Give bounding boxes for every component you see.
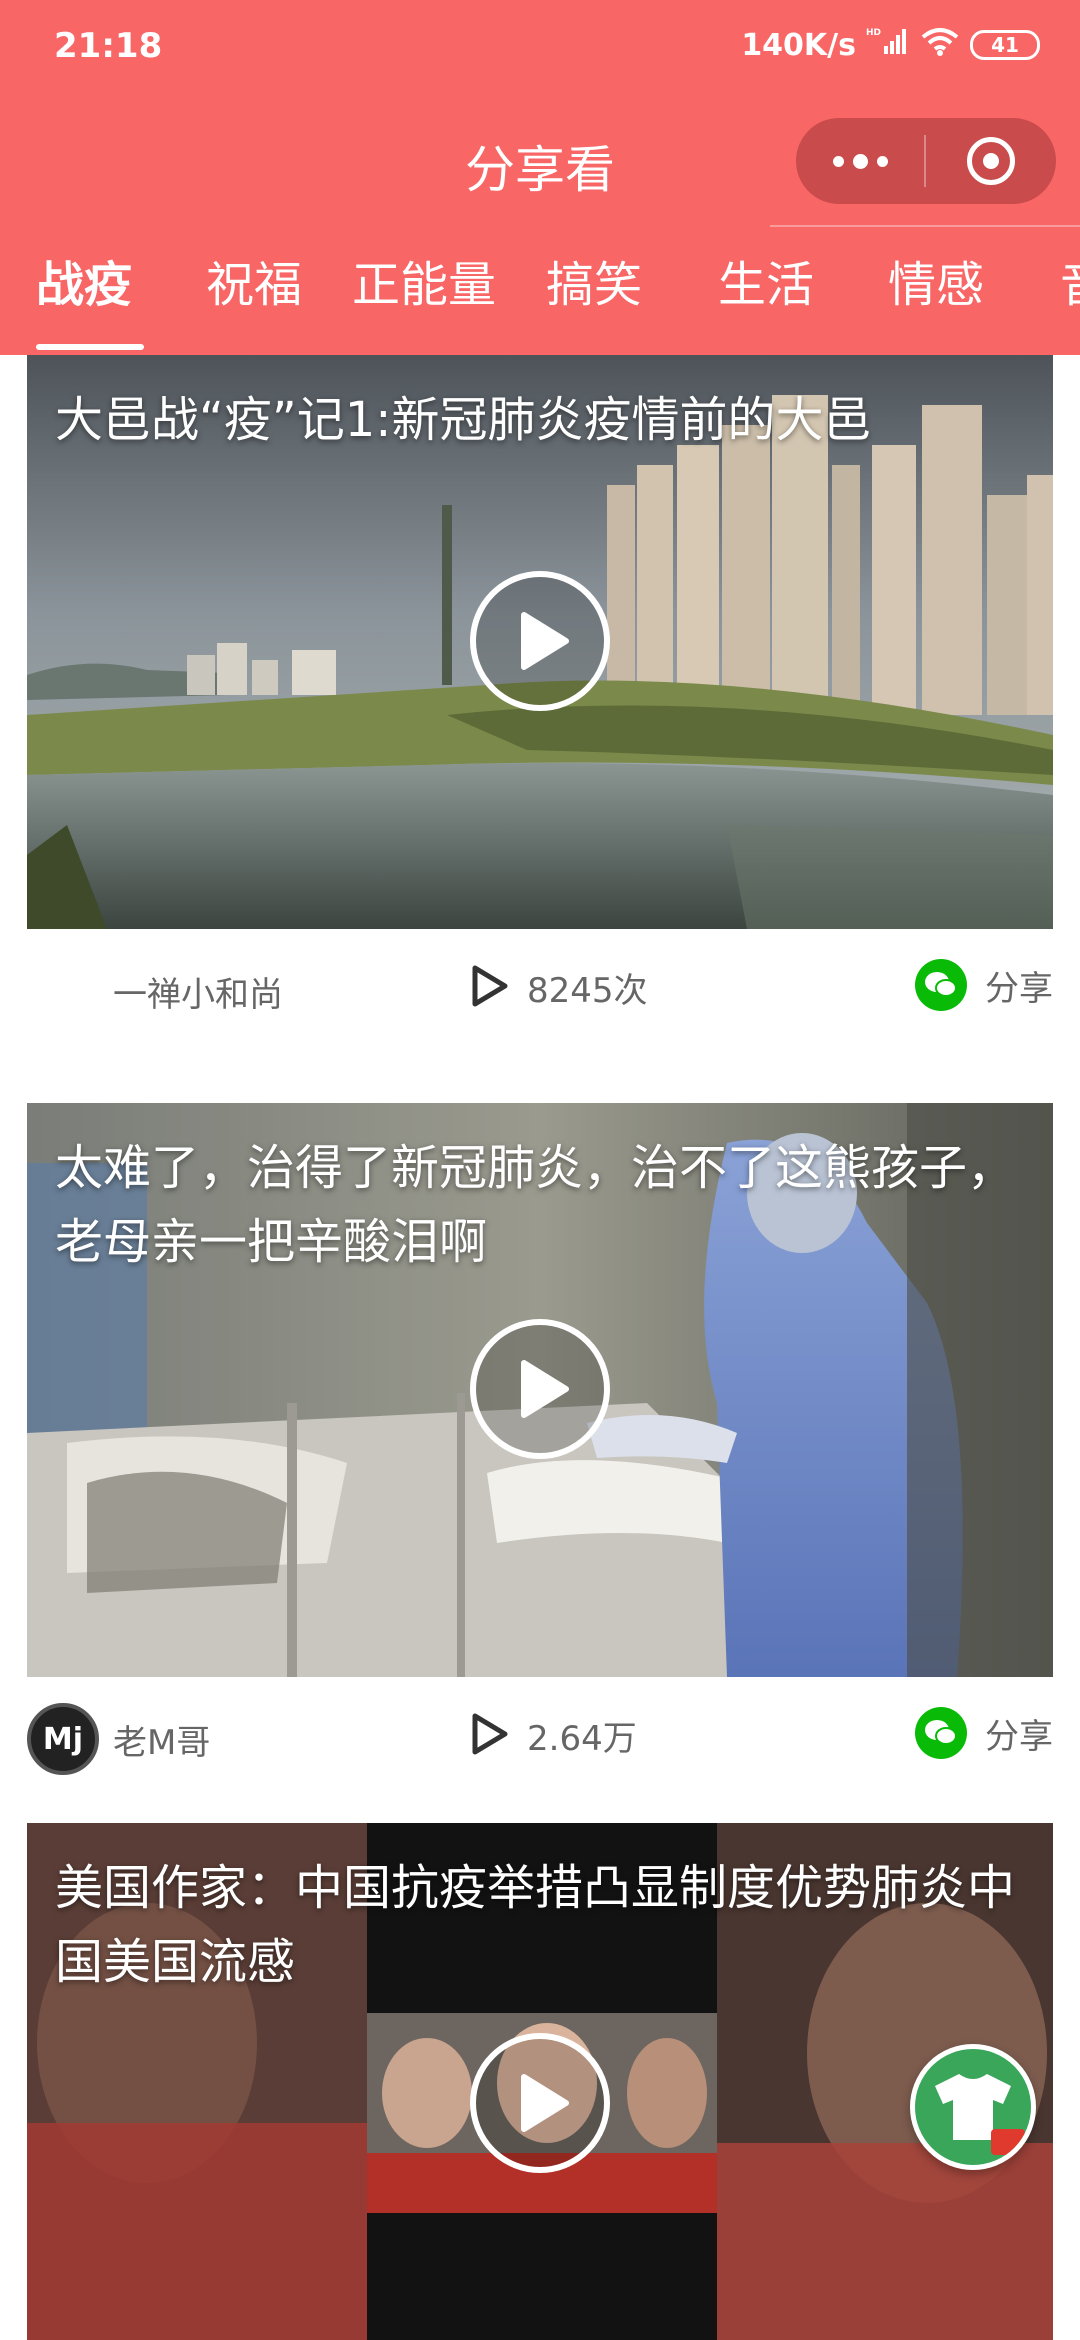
share-button[interactable]: 分享 (915, 1707, 1053, 1759)
tab-zhengnengliang[interactable]: 正能量 (352, 245, 496, 355)
china-flag-icon (991, 2129, 1025, 2155)
battery-icon: 41 (970, 30, 1040, 60)
play-icon (521, 1360, 569, 1418)
active-tab-indicator (36, 344, 144, 350)
play-button[interactable] (470, 571, 610, 711)
share-label: 分享 (985, 968, 1053, 1009)
category-tabs: 战疫 祝福 正能量 搞笑 生活 情感 音 (0, 245, 1080, 355)
author-name[interactable]: 一禅小和尚 (113, 967, 283, 1016)
status-time: 21:18 (54, 26, 163, 66)
target-icon (967, 137, 1015, 185)
video-card: 大邑战“疫”记1:新冠肺炎疫情前的大邑 一禅小和尚 8245次 分享 (27, 355, 1053, 1055)
play-icon (521, 2074, 569, 2132)
view-count-text: 8245次 (527, 971, 648, 1011)
close-miniprogram-button[interactable] (926, 118, 1056, 204)
video-title: 大邑战“疫”记1:新冠肺炎疫情前的大邑 (55, 392, 872, 448)
share-label: 分享 (985, 1716, 1053, 1757)
video-card: 太难了，治得了新冠肺炎，治不了这熊孩子，老母亲一把辛酸泪啊 Mj 老M哥 2.6… (27, 1103, 1053, 1803)
play-outline-icon (472, 1713, 508, 1754)
tab-shenghuo[interactable]: 生活 (718, 245, 814, 355)
video-meta: Mj 老M哥 2.64万 分享 (27, 1677, 1053, 1803)
video-thumbnail[interactable]: 大邑战“疫”记1:新冠肺炎疫情前的大邑 (27, 355, 1053, 929)
floating-action-button[interactable] (910, 2044, 1036, 2170)
play-icon (521, 612, 569, 670)
more-options-button[interactable] (796, 118, 924, 204)
video-card: 美国作家：中国抗疫举措凸显制度优势肺炎中国美国流感 (27, 1823, 1053, 2340)
wechat-icon (915, 1707, 967, 1759)
tab-gaoxiao[interactable]: 搞笑 (546, 245, 642, 355)
view-count-text: 2.64万 (527, 1719, 637, 1759)
dot-icon (876, 155, 888, 167)
tab-zhufu[interactable]: 祝福 (206, 245, 302, 355)
video-meta: 一禅小和尚 8245次 分享 (27, 929, 1053, 1055)
app-header: 21:18 140K/s HD 41 分享看 战疫 祝福 正能量 搞笑 生活 情… (0, 0, 1080, 355)
share-button[interactable]: 分享 (915, 959, 1053, 1011)
view-count: 2.64万 (467, 1707, 637, 1760)
wechat-icon (915, 959, 967, 1011)
divider (770, 225, 1080, 227)
status-bar: 21:18 140K/s HD 41 (0, 0, 1080, 96)
network-speed: 140K/s (741, 27, 856, 63)
video-thumbnail[interactable]: 美国作家：中国抗疫举措凸显制度优势肺炎中国美国流感 (27, 1823, 1053, 2340)
author-avatar[interactable]: Mj (27, 1703, 99, 1775)
svg-text:HD: HD (866, 28, 881, 38)
dot-icon (832, 155, 844, 167)
video-title: 太难了，治得了新冠肺炎，治不了这熊孩子，老母亲一把辛酸泪啊 (55, 1140, 1016, 1270)
play-outline-icon (472, 965, 508, 1006)
miniprogram-capsule (796, 118, 1056, 204)
tab-zhanyi[interactable]: 战疫 (36, 245, 132, 355)
play-button[interactable] (470, 1319, 610, 1459)
tab-qinggan[interactable]: 情感 (888, 245, 984, 355)
wifi-icon (920, 26, 960, 64)
video-title: 美国作家：中国抗疫举措凸显制度优势肺炎中国美国流感 (55, 1860, 1016, 1990)
dot-icon (852, 153, 868, 169)
view-count: 8245次 (467, 959, 648, 1012)
play-button[interactable] (470, 2033, 610, 2173)
video-thumbnail[interactable]: 太难了，治得了新冠肺炎，治不了这熊孩子，老母亲一把辛酸泪啊 (27, 1103, 1053, 1677)
status-indicators: 140K/s HD 41 (741, 26, 1040, 64)
tab-yin[interactable]: 音 (1060, 245, 1080, 355)
signal-icon: HD (866, 26, 910, 64)
author-name[interactable]: 老M哥 (113, 1715, 210, 1764)
